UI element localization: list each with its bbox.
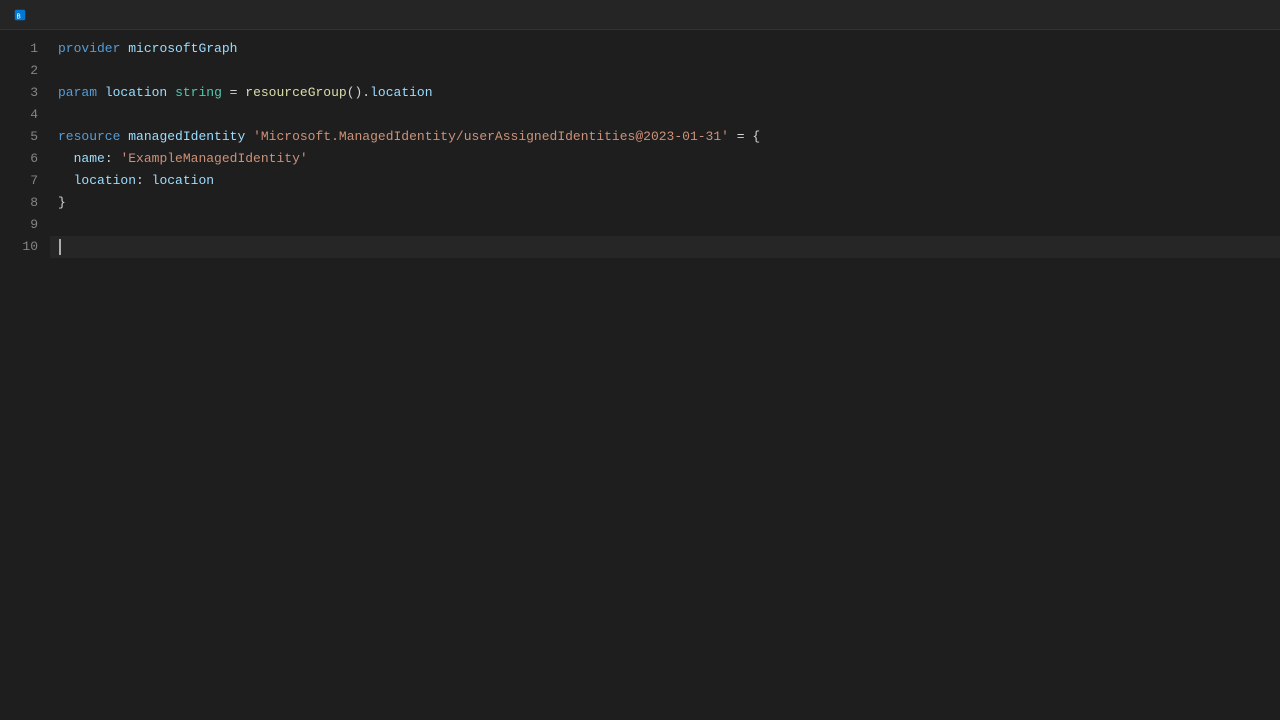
code-area[interactable]: provider microsoftGraph param location st…: [50, 30, 1280, 720]
line-number: 5: [0, 126, 50, 148]
line-number: 7: [0, 170, 50, 192]
svg-text:B: B: [17, 12, 21, 20]
line-number: 6: [0, 148, 50, 170]
line-number: 9: [0, 214, 50, 236]
bicep-file-icon: B: [12, 7, 28, 23]
code-line: provider microsoftGraph: [50, 38, 1280, 60]
code-line: param location string = resourceGroup().…: [50, 82, 1280, 104]
text-cursor: [59, 239, 61, 255]
code-line: [50, 60, 1280, 82]
line-number: 1: [0, 38, 50, 60]
line-numbers: 12345678910: [0, 30, 50, 720]
code-line: name: 'ExampleManagedIdentity': [50, 148, 1280, 170]
line-number: 10: [0, 236, 50, 258]
code-line: [50, 214, 1280, 236]
code-line: [50, 104, 1280, 126]
line-number: 2: [0, 60, 50, 82]
line-number: 8: [0, 192, 50, 214]
code-line: resource managedIdentity 'Microsoft.Mana…: [50, 126, 1280, 148]
line-number: 3: [0, 82, 50, 104]
line-number: 4: [0, 104, 50, 126]
code-line: [50, 236, 1280, 258]
title-bar: B: [0, 0, 1280, 30]
editor-container[interactable]: 12345678910 provider microsoftGraph param…: [0, 30, 1280, 720]
code-line: location: location: [50, 170, 1280, 192]
code-line: }: [50, 192, 1280, 214]
